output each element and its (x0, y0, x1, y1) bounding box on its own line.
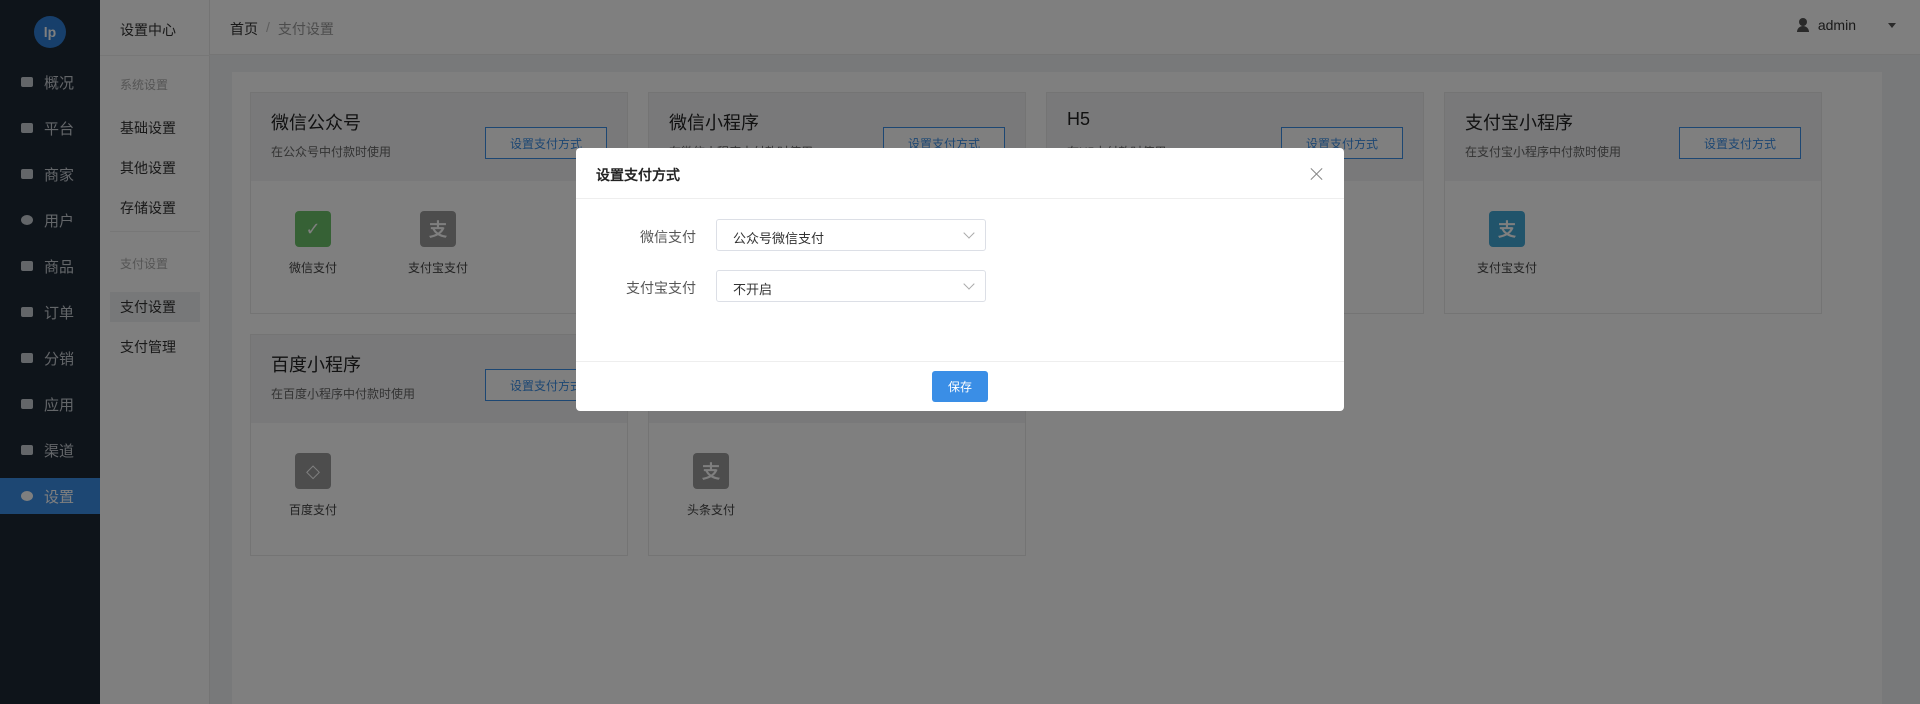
form-label: 微信支付 (640, 229, 696, 245)
select-value: 不开启 (733, 282, 773, 297)
divider (576, 361, 1344, 362)
close-icon[interactable] (1310, 167, 1324, 181)
chevron-down-icon (963, 278, 975, 290)
form-row-alipay: 支付宝支付 不开启 (576, 270, 1344, 302)
wechat-pay-select[interactable]: 公众号微信支付 (716, 219, 986, 251)
save-button[interactable]: 保存 (932, 371, 988, 402)
divider (576, 198, 1344, 199)
alipay-select[interactable]: 不开启 (716, 270, 986, 302)
chevron-down-icon (963, 227, 975, 239)
dialog-title: 设置支付方式 (596, 167, 680, 183)
payment-settings-dialog: 设置支付方式 微信支付 公众号微信支付 支付宝支付 不开启 保存 (576, 148, 1344, 411)
select-value: 公众号微信支付 (733, 231, 825, 246)
form-label: 支付宝支付 (626, 280, 696, 296)
form-row-wechat: 微信支付 公众号微信支付 (576, 219, 1344, 251)
